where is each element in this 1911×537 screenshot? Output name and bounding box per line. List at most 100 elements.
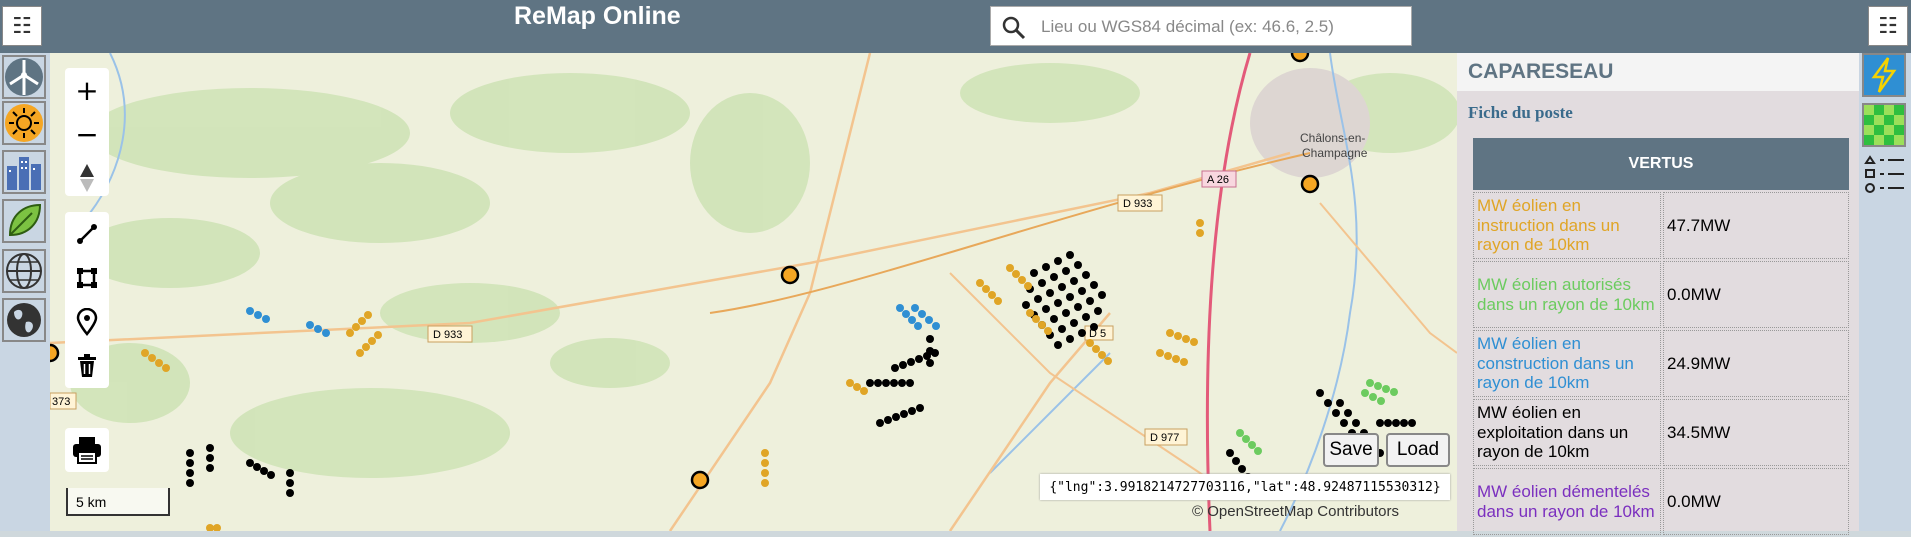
table-row: MW éolien autorisés dans un rayon de 10k…	[1473, 261, 1849, 328]
turbine-marker	[908, 407, 916, 415]
grid-layer-button[interactable]	[1862, 103, 1906, 147]
load-button[interactable]: Load	[1386, 433, 1450, 467]
print-control	[65, 428, 109, 472]
turbine-marker	[1054, 257, 1062, 265]
turbine-marker	[1226, 449, 1234, 457]
turbine-marker	[1332, 409, 1340, 417]
turbine-marker	[1078, 287, 1086, 295]
substation-marker[interactable]	[1300, 174, 1320, 194]
turbine-marker	[898, 379, 906, 387]
draw-line-button[interactable]	[65, 212, 109, 256]
turbine-marker	[206, 524, 214, 531]
road-label: A 26	[1207, 174, 1229, 186]
turbine-marker	[1022, 301, 1030, 309]
row-value: 47.7MW	[1663, 192, 1849, 259]
turbine-marker	[346, 329, 354, 337]
turbine-marker	[1182, 335, 1190, 343]
menu-grid-icon: ☷	[12, 13, 32, 39]
left-menu-button[interactable]: ☷	[2, 6, 42, 46]
turbine-marker	[926, 335, 934, 343]
turbine-marker	[1400, 419, 1408, 427]
solar-layer-button[interactable]	[2, 101, 46, 145]
map-attribution[interactable]: © OpenStreetMap Contributors	[1192, 503, 1399, 520]
substation-marker[interactable]	[690, 470, 710, 490]
row-label: MW éolien en exploitation dans un rayon …	[1473, 399, 1661, 466]
search-input[interactable]	[1039, 11, 1403, 43]
turbine-marker	[206, 454, 214, 462]
turbine-marker	[1086, 297, 1094, 305]
right-menu-button[interactable]: ☷	[1868, 6, 1908, 46]
turbine-marker	[206, 464, 214, 472]
zoom-out-button[interactable]: −	[65, 112, 109, 156]
road-label: D 933	[433, 329, 462, 341]
turbine-marker	[1066, 335, 1074, 343]
turbine-marker	[761, 449, 769, 457]
turbine-marker	[1248, 441, 1256, 449]
earth-layer-button[interactable]	[2, 298, 46, 342]
globe-layer-button[interactable]	[2, 249, 46, 293]
search-box[interactable]	[990, 6, 1412, 46]
sun-icon	[5, 104, 43, 142]
nature-layer-button[interactable]	[2, 199, 46, 243]
turbine-marker	[1092, 345, 1100, 353]
earth-icon	[7, 303, 41, 337]
turbine-marker	[1366, 379, 1374, 387]
turbine-marker	[926, 359, 934, 367]
delete-button[interactable]	[65, 344, 109, 388]
turbine-marker	[1164, 352, 1172, 360]
turbine-marker	[982, 285, 990, 293]
wind-turbine-icon	[5, 58, 43, 96]
save-button[interactable]: Save	[1323, 433, 1379, 467]
turbine-marker	[246, 307, 254, 315]
zoom-in-icon: +	[75, 73, 99, 107]
turbine-marker	[1070, 277, 1078, 285]
turbine-marker	[1066, 251, 1074, 259]
compass-button[interactable]	[65, 156, 109, 200]
legend-button[interactable]	[1862, 153, 1906, 197]
scale-bar: 5 km	[66, 488, 170, 516]
turbine-marker	[1172, 355, 1180, 363]
turbine-marker	[876, 419, 884, 427]
wind-layer-button[interactable]	[2, 55, 46, 99]
turbine-marker	[882, 379, 890, 387]
turbine-marker	[891, 364, 899, 372]
turbine-marker	[1242, 435, 1250, 443]
legend-list-icon	[1864, 155, 1904, 193]
turbine-marker	[1374, 382, 1382, 390]
turbine-marker	[1074, 261, 1082, 269]
marker-button[interactable]	[65, 300, 109, 344]
turbine-marker	[1376, 419, 1384, 427]
turbine-marker	[186, 459, 194, 467]
turbine-marker	[1042, 305, 1050, 313]
row-value: 34.5MW	[1663, 399, 1849, 466]
draw-line-icon	[77, 224, 97, 244]
turbine-marker	[260, 467, 268, 475]
turbine-marker	[267, 471, 275, 479]
map-view[interactable]: D 933 D 933 A 26 D 5 D 977 373 Châlons-e…	[50, 53, 1457, 531]
turbine-marker	[1156, 349, 1164, 357]
turbine-marker	[253, 463, 261, 471]
turbine-marker	[314, 325, 322, 333]
turbine-marker	[911, 304, 919, 312]
row-label: MW éolien démentelés dans un rayon de 10…	[1473, 468, 1661, 535]
substation-marker[interactable]	[780, 265, 800, 285]
turbine-marker	[1062, 267, 1070, 275]
turbine-marker	[1042, 263, 1050, 271]
turbine-marker	[846, 379, 854, 387]
turbine-marker	[246, 459, 254, 467]
turbine-marker	[358, 317, 366, 325]
turbine-marker	[994, 297, 1002, 305]
substation-marker[interactable]	[1290, 53, 1310, 63]
turbine-marker	[1361, 389, 1369, 397]
substation-marker[interactable]	[50, 343, 60, 363]
buildings-layer-button[interactable]	[2, 150, 46, 194]
row-label: MW éolien en construction dans un rayon …	[1473, 330, 1661, 397]
grid-power-button[interactable]	[1862, 53, 1906, 97]
print-button[interactable]	[65, 428, 109, 472]
zoom-in-button[interactable]: +	[65, 68, 109, 112]
turbine-marker	[1180, 358, 1188, 366]
map-canvas[interactable]: D 933 D 933 A 26 D 5 D 977 373 Châlons-e…	[50, 53, 1457, 531]
draw-polygon-button[interactable]	[65, 256, 109, 300]
turbine-marker	[896, 304, 904, 312]
turbine-marker	[1078, 329, 1086, 337]
